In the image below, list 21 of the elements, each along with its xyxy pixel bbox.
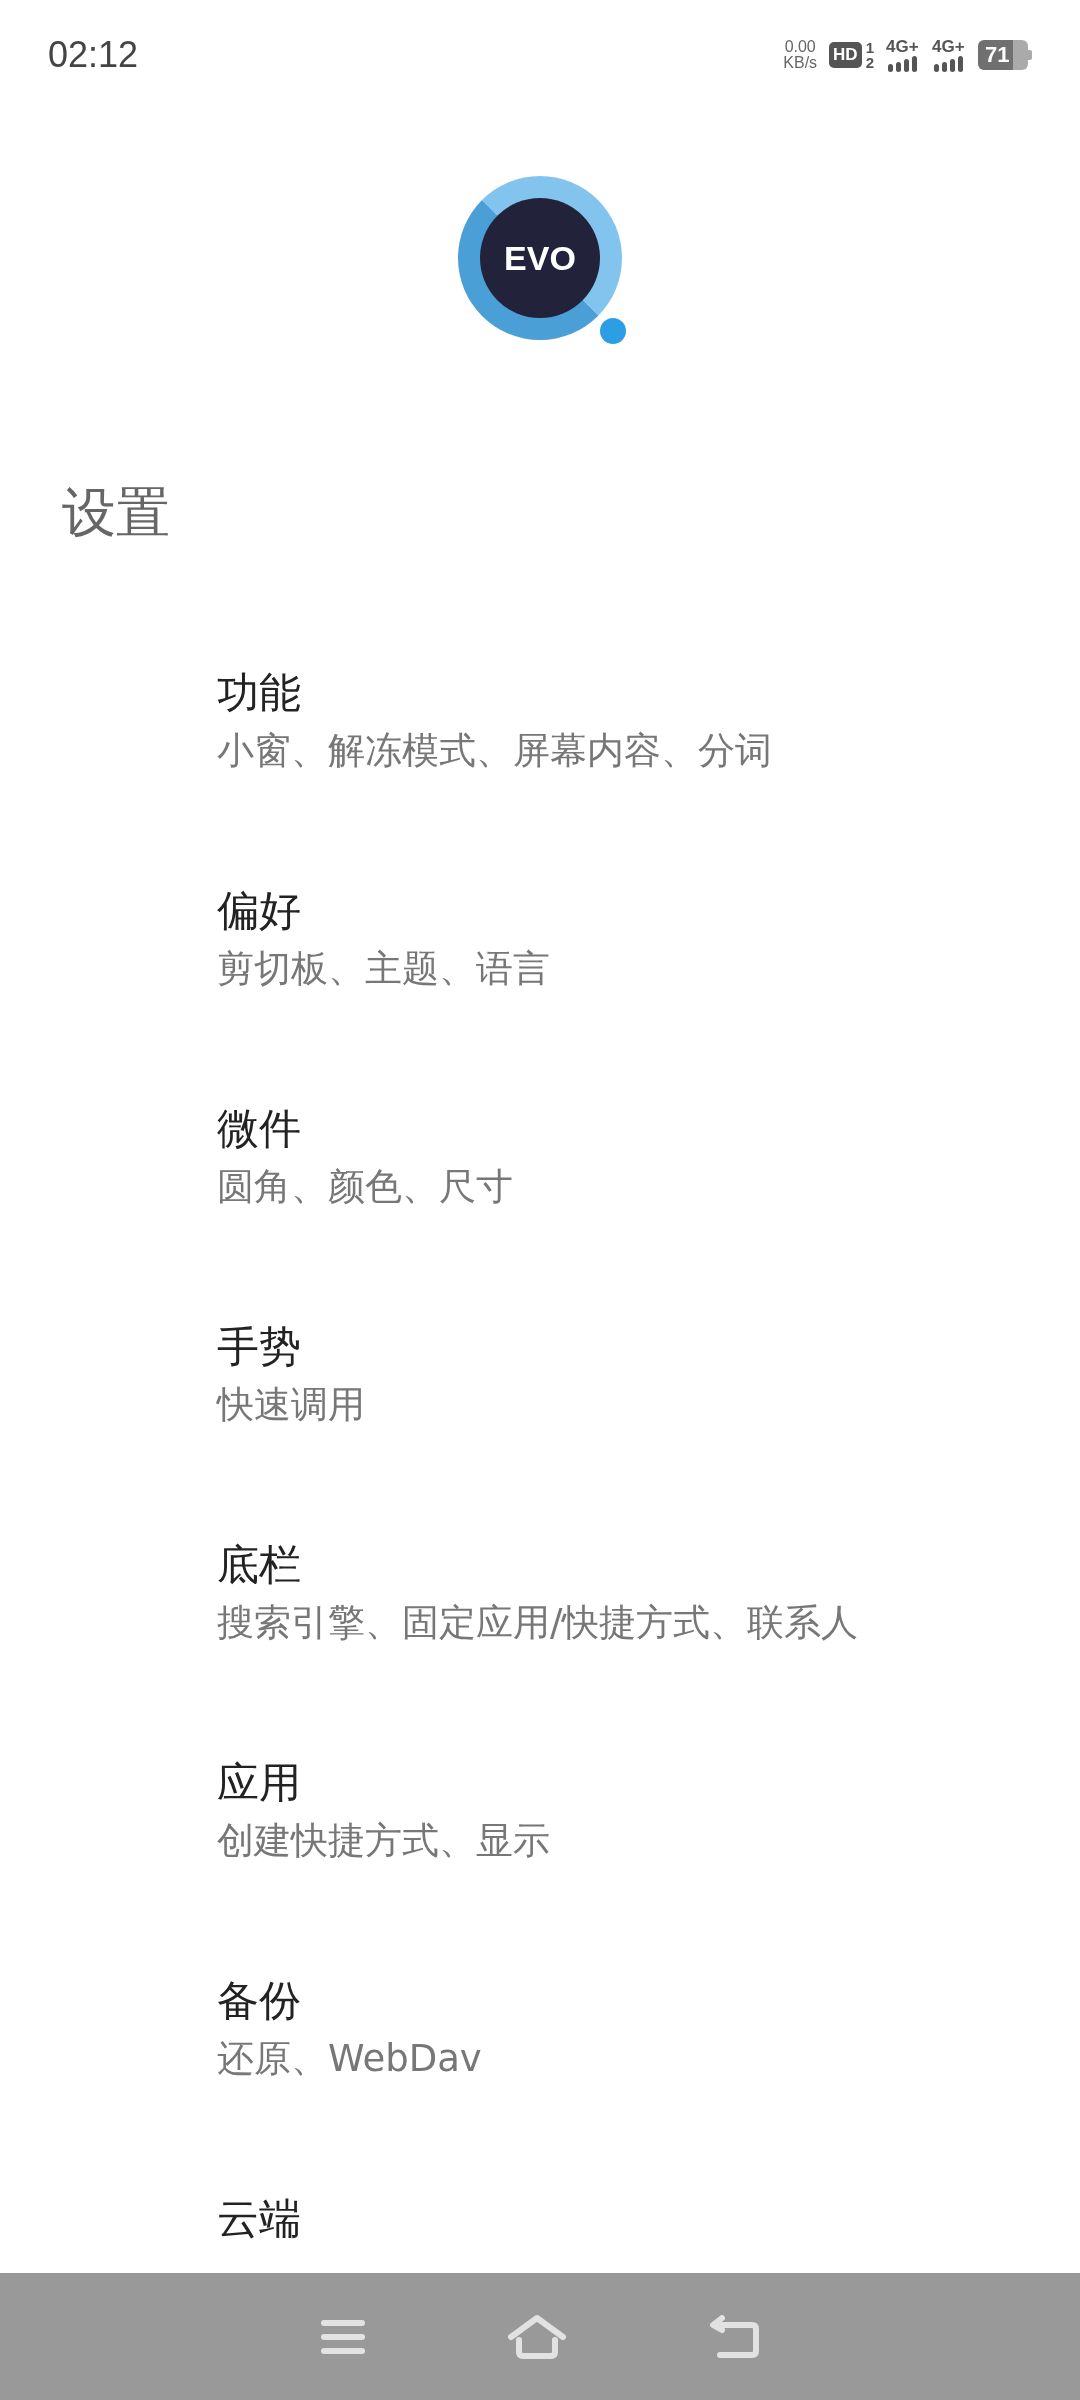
settings-item[interactable]: 手势 快速调用 [0, 1266, 1080, 1484]
settings-item[interactable]: 云端 [0, 2138, 1080, 2249]
home-icon[interactable] [507, 2313, 567, 2360]
network-type: 4G+ [932, 38, 965, 56]
settings-item[interactable]: 备份 还原、WebDav [0, 1920, 1080, 2138]
hd-badge: HD [829, 42, 862, 68]
settings-item[interactable]: 底栏 搜索引擎、固定应用/快捷方式、联系人 [0, 1484, 1080, 1702]
sim-indicator: 1 2 [865, 40, 874, 70]
settings-item[interactable]: 应用 创建快捷方式、显示 [0, 1702, 1080, 1920]
battery-indicator: 71 [978, 40, 1032, 70]
signal-icon [932, 56, 966, 72]
settings-item[interactable]: 功能 小窗、解冻模式、屏幕内容、分词 [0, 612, 1080, 830]
menu-icon[interactable] [320, 2318, 367, 2355]
settings-item[interactable]: 微件 圆角、颜色、尺寸 [0, 1048, 1080, 1266]
network-speed: 0.00 KB/s [783, 39, 818, 71]
status-time: 02:12 [48, 34, 139, 76]
back-icon[interactable] [707, 2314, 760, 2359]
signal-icon [886, 56, 920, 72]
settings-item[interactable]: 偏好 剪切板、主题、语言 [0, 830, 1080, 1048]
page-title: 设置 [61, 480, 171, 546]
network-type: 4G+ [886, 38, 919, 56]
